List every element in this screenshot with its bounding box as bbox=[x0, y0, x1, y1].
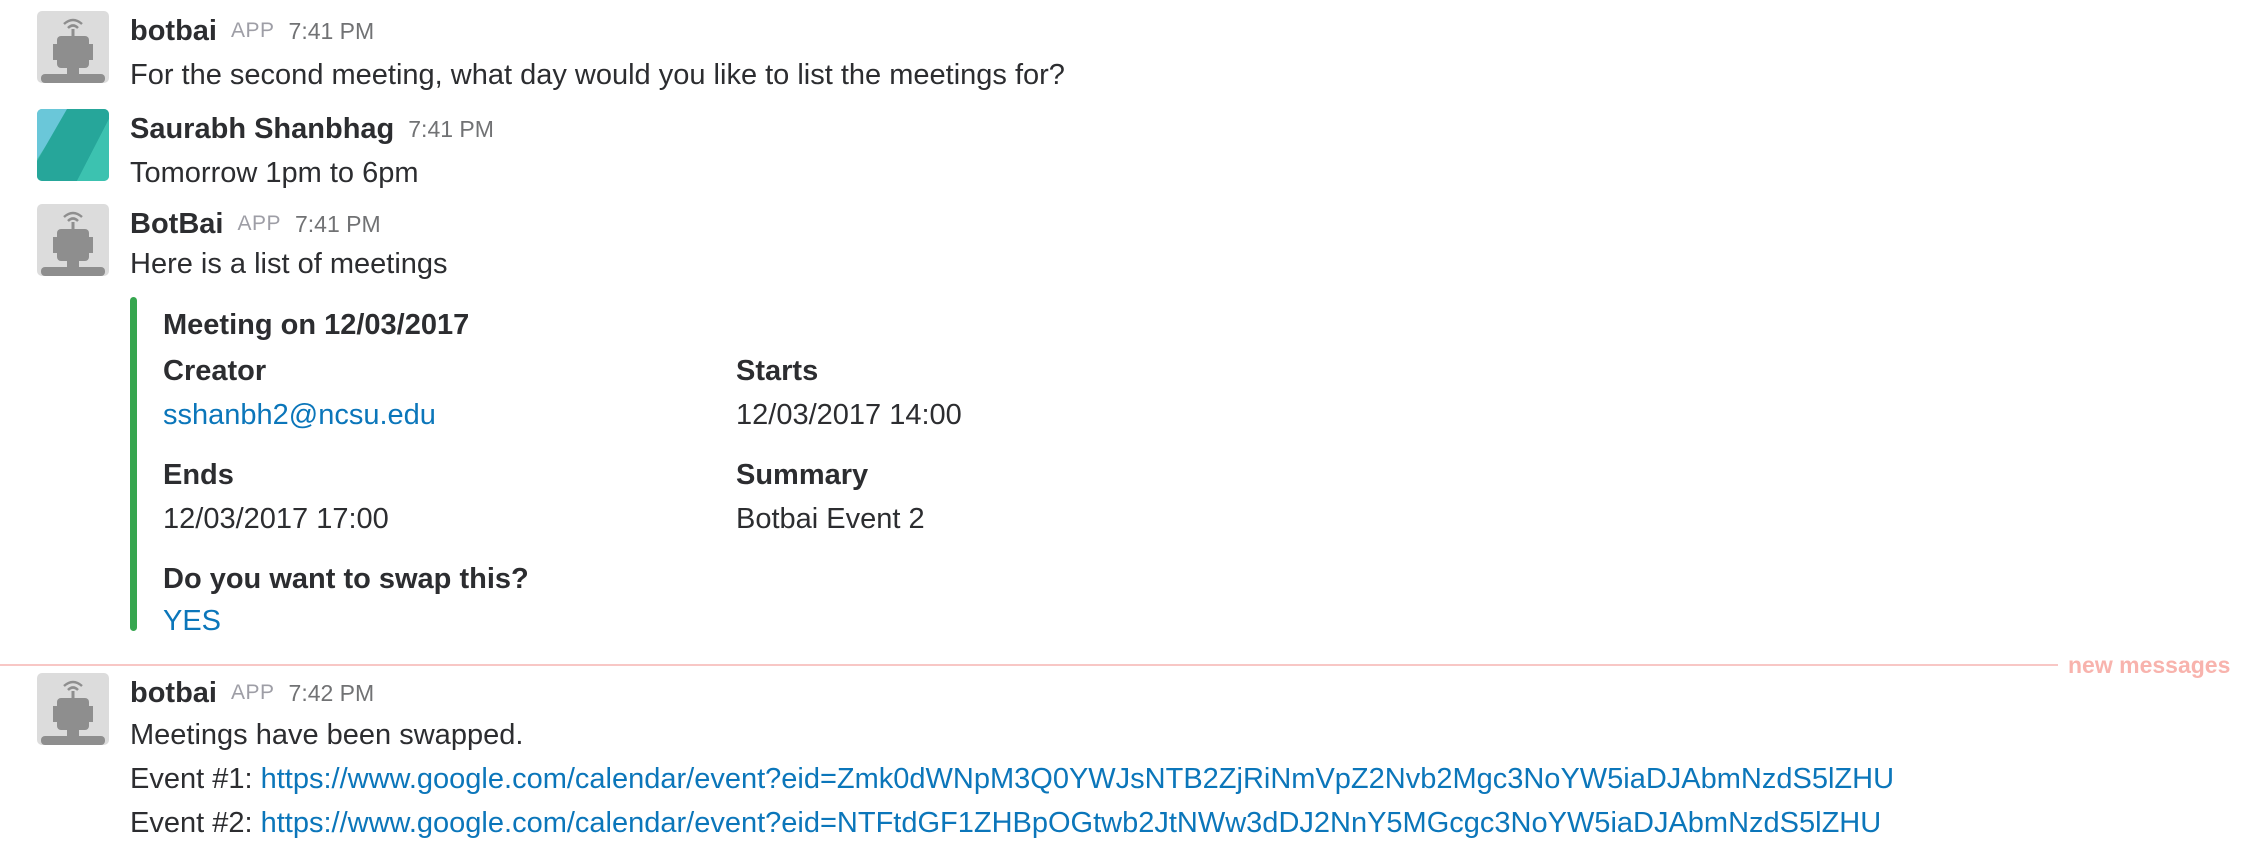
field-label-swap: Do you want to swap this? bbox=[163, 563, 529, 595]
event-1-link[interactable]: https://www.google.com/calendar/event?ei… bbox=[261, 763, 1894, 795]
sender-name[interactable]: botbai bbox=[130, 11, 217, 51]
event-line: Event #2: https://www.google.com/calenda… bbox=[130, 803, 1881, 843]
new-messages-divider bbox=[0, 664, 2058, 666]
message-header: Saurabh Shanbhag 7:41 PM bbox=[130, 109, 494, 149]
message-header: BotBai APP 7:41 PM bbox=[130, 204, 381, 244]
creator-email-link[interactable]: sshanbh2@ncsu.edu bbox=[163, 395, 436, 435]
field-value-summary: Botbai Event 2 bbox=[736, 503, 925, 535]
new-messages-label: new messages bbox=[2068, 652, 2231, 678]
sender-name[interactable]: Saurabh Shanbhag bbox=[130, 109, 394, 149]
attachment-title: Meeting on 12/03/2017 bbox=[163, 309, 470, 341]
field-label-creator: Creator bbox=[163, 355, 267, 387]
robot-icon[interactable] bbox=[37, 673, 109, 745]
app-badge: APP bbox=[231, 681, 275, 704]
app-badge: APP bbox=[231, 19, 275, 42]
message-header: botbai APP 7:42 PM bbox=[130, 673, 374, 713]
robot-icon[interactable] bbox=[37, 11, 109, 83]
field-label-starts: Starts bbox=[736, 355, 819, 387]
field-label-summary: Summary bbox=[736, 459, 869, 491]
swap-yes-button[interactable]: YES bbox=[163, 601, 221, 641]
field-label-ends: Ends bbox=[163, 459, 234, 491]
app-badge: APP bbox=[237, 212, 281, 235]
timestamp[interactable]: 7:42 PM bbox=[289, 673, 375, 713]
message-text: Tomorrow 1pm to 6pm bbox=[130, 157, 419, 189]
timestamp[interactable]: 7:41 PM bbox=[408, 109, 494, 149]
message-header: botbai APP 7:41 PM bbox=[130, 11, 374, 51]
event-2-link[interactable]: https://www.google.com/calendar/event?ei… bbox=[261, 807, 1882, 839]
timestamp[interactable]: 7:41 PM bbox=[295, 204, 381, 244]
field-value-ends: 12/03/2017 17:00 bbox=[163, 503, 389, 535]
user-avatar-icon[interactable] bbox=[37, 109, 109, 181]
event-prefix: Event #2: bbox=[130, 807, 261, 839]
event-prefix: Event #1: bbox=[130, 763, 261, 795]
message-text: For the second meeting, what day would y… bbox=[130, 59, 1065, 91]
robot-icon[interactable] bbox=[37, 204, 109, 276]
event-line: Event #1: https://www.google.com/calenda… bbox=[130, 759, 1894, 799]
sender-name[interactable]: BotBai bbox=[130, 204, 223, 244]
timestamp[interactable]: 7:41 PM bbox=[289, 11, 375, 51]
message-text: Here is a list of meetings bbox=[130, 248, 448, 280]
attachment-accent-bar bbox=[130, 297, 137, 631]
message-text: Meetings have been swapped. bbox=[130, 719, 524, 751]
field-value-starts: 12/03/2017 14:00 bbox=[736, 399, 962, 431]
meeting-attachment: Meeting on 12/03/2017 Creator sshanbh2@n… bbox=[130, 297, 1030, 637]
sender-name[interactable]: botbai bbox=[130, 673, 217, 713]
